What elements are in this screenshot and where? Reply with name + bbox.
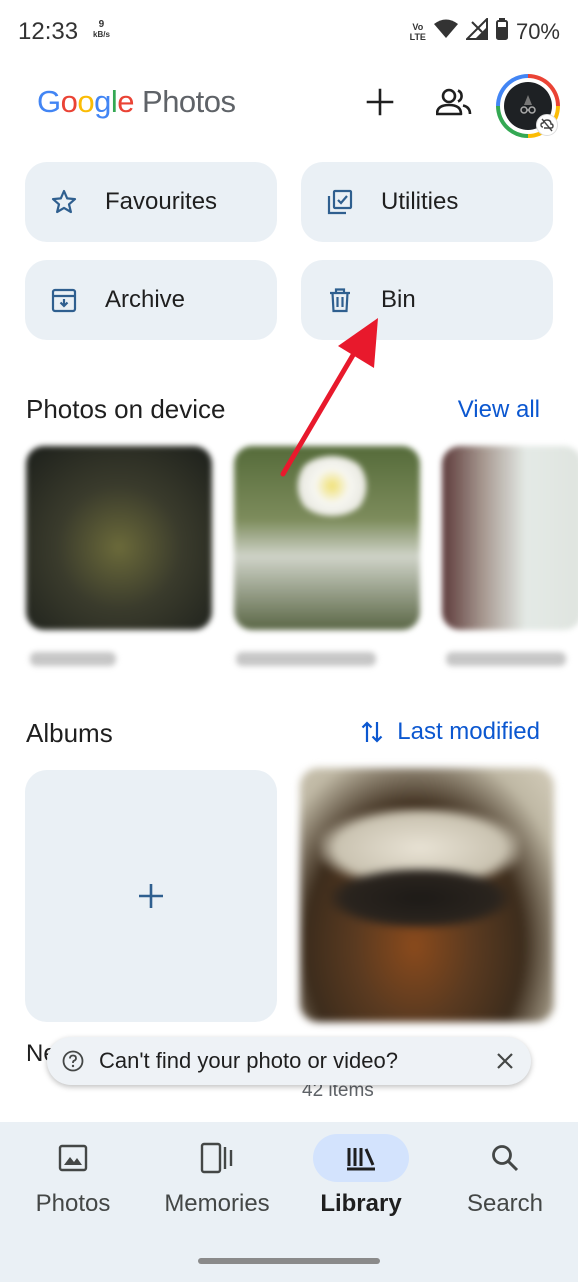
nav-search-label: Search: [466, 1190, 544, 1217]
device-folder-thumbnail[interactable]: [26, 446, 212, 630]
bin-icon: [327, 287, 353, 313]
logo-letter: g: [94, 84, 111, 119]
archive-icon: [51, 287, 77, 313]
favourites-tile[interactable]: Favourites: [25, 162, 277, 242]
archive-label: Archive: [105, 286, 186, 313]
utilities-tile[interactable]: Utilities: [301, 162, 553, 242]
add-icon: [366, 88, 394, 116]
new-album-button[interactable]: [25, 770, 277, 1022]
nav-library[interactable]: Library: [289, 1132, 433, 1232]
volte-top: Vo: [412, 21, 424, 32]
network-speed: 9 kB/s: [93, 20, 110, 40]
utilities-icon: [327, 189, 353, 215]
logo-letter: o: [77, 84, 95, 119]
logo-letter: G: [37, 84, 61, 119]
sort-icon: [361, 721, 383, 743]
search-icon: [457, 1134, 553, 1182]
favourites-label: Favourites: [105, 188, 218, 215]
add-icon: [139, 884, 163, 908]
status-bar: 12:33 9 kB/s Vo LTE 70%: [0, 0, 578, 64]
thumbnail-detail: [330, 868, 510, 928]
close-snackbar-button[interactable]: [485, 1041, 525, 1081]
app-bar: Google Photos: [0, 64, 578, 144]
bin-tile[interactable]: Bin: [301, 260, 553, 340]
device-folder-label: [30, 652, 116, 666]
snackbar-text: Can't find your photo or video?: [99, 1048, 398, 1073]
nav-memories[interactable]: Memories: [145, 1132, 289, 1232]
sharing-button[interactable]: [432, 82, 476, 122]
nav-library-label: Library: [320, 1190, 402, 1217]
utilities-label: Utilities: [381, 188, 459, 215]
library-icon: [313, 1134, 409, 1182]
help-snackbar[interactable]: Can't find your photo or video?: [47, 1037, 531, 1085]
sort-albums-button[interactable]: Last modified: [361, 718, 540, 746]
signal-icon: [464, 16, 488, 45]
albums-heading: Albums: [26, 718, 113, 748]
nav-search[interactable]: Search: [433, 1132, 577, 1232]
close-icon: [497, 1053, 513, 1069]
archive-tile[interactable]: Archive: [25, 260, 277, 340]
nav-memories-label: Memories: [164, 1190, 270, 1217]
device-folder-label: [236, 652, 376, 666]
status-time: 12:33: [18, 18, 79, 45]
network-speed-unit: kB/s: [93, 30, 110, 39]
battery-percent: 70%: [515, 18, 560, 44]
add-button[interactable]: [360, 82, 400, 122]
account-avatar-button[interactable]: [496, 74, 560, 138]
photo-icon: [25, 1134, 121, 1182]
thumbnail-detail: [294, 456, 370, 516]
nav-photos-label: Photos: [35, 1190, 111, 1217]
bin-label: Bin: [381, 286, 416, 313]
nav-photos[interactable]: Photos: [1, 1132, 145, 1232]
device-folder-thumbnail[interactable]: [234, 446, 420, 630]
album-thumbnail[interactable]: [300, 768, 554, 1022]
status-icons: Vo LTE 70%: [410, 16, 560, 45]
photos-wordmark: Photos: [142, 84, 236, 119]
network-speed-value: 9: [98, 19, 105, 30]
device-folder-label: [446, 652, 566, 666]
sort-label: Last modified: [397, 718, 540, 745]
battery-icon: [495, 18, 508, 45]
memories-icon: [169, 1134, 265, 1182]
google-photos-logo: Google Photos: [37, 84, 236, 120]
wifi-icon: [433, 19, 458, 44]
help-icon: [61, 1049, 85, 1073]
logo-letter: e: [117, 84, 135, 119]
shared-people-icon: [436, 88, 472, 116]
home-indicator[interactable]: [198, 1258, 380, 1264]
volte-icon: Vo LTE: [410, 22, 426, 42]
logo-letter: o: [60, 84, 78, 119]
photos-on-device-heading: Photos on device: [26, 394, 226, 424]
volte-bottom: LTE: [409, 31, 426, 42]
backup-off-icon: [536, 114, 558, 136]
google-wordmark: Google: [37, 84, 135, 120]
star-icon: [51, 189, 77, 215]
view-all-link[interactable]: View all: [458, 396, 540, 424]
device-folder-thumbnail[interactable]: [442, 446, 578, 630]
